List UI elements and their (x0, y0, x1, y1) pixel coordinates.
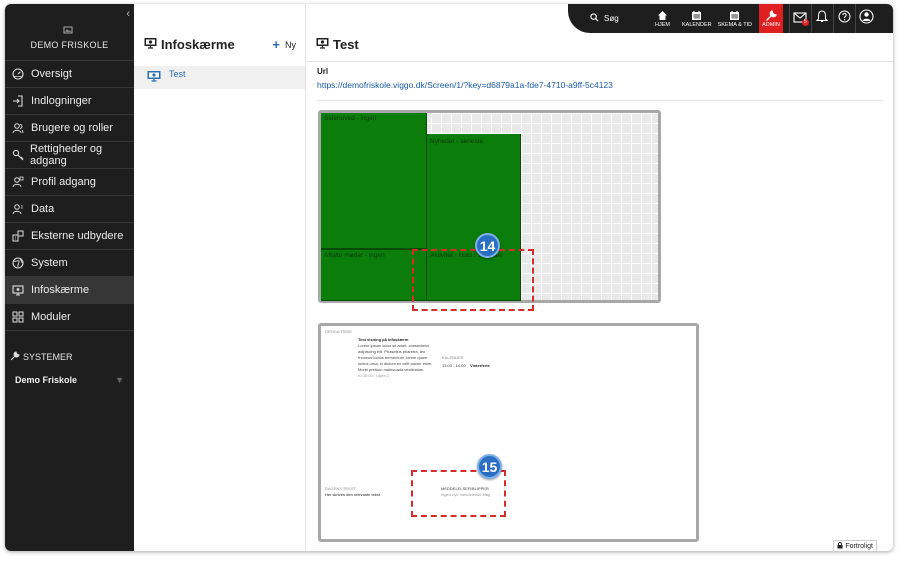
monitor-icon (147, 70, 161, 84)
sidebar-item-label: Indlogninger (31, 95, 92, 107)
logo-image-icon (63, 22, 73, 34)
layout-block-label: Aftalte møder - ingen (324, 252, 385, 259)
system-select[interactable]: Demo Friskole ▼ (5, 375, 134, 385)
new-label: Ny (285, 40, 296, 50)
sidebar-item-label: System (31, 257, 68, 269)
sidebar-logo[interactable]: DEMO FRISKOLE ‹ (5, 4, 134, 61)
external-providers-icon (11, 229, 25, 243)
data-icon (11, 202, 25, 216)
layout-block-label: Nyheder - seneste (430, 138, 484, 145)
url-label: Url (317, 67, 329, 76)
dropdown-arrow-icon: ▼ (115, 375, 124, 385)
dashboard-icon (11, 67, 25, 81)
sidebar-item-data[interactable]: Data (5, 196, 134, 223)
app-window: DEMO FRISKOLE ‹ Oversigt Indlogninger Br… (5, 4, 893, 551)
preview-right-label: KALENDER (442, 355, 464, 360)
sidebar-item-label: Rettigheder og adgang (30, 143, 103, 167)
layout-block-label: Sidehoved - ingen (324, 115, 377, 122)
confidential-badge: Fortroligt (833, 540, 877, 551)
url-link[interactable]: https://demofriskole.viggo.dk/Screen/1/?… (317, 80, 613, 90)
preview-header-label: DEFAULTSIDE (325, 329, 353, 334)
lock-icon (837, 541, 843, 551)
globe-icon (11, 256, 25, 270)
monitor-icon (316, 37, 329, 52)
new-infoscreen-button[interactable]: + Ny (272, 37, 296, 52)
sidebar-item-profil-adgang[interactable]: Profil adgang (5, 169, 134, 196)
callout-badge-15: 15 (477, 454, 502, 479)
sidebar-item-label: Moduler (31, 311, 71, 323)
sidebar-item-label: Data (31, 203, 55, 215)
divider (317, 100, 883, 101)
sidebar-item-label: Infoskærme (31, 284, 90, 296)
preview-right-time: 13:00 - 14:00 (442, 363, 466, 368)
confidential-label: Fortroligt (845, 542, 873, 550)
monitor-icon (144, 37, 157, 52)
sidebar-item-label: Profil adgang (31, 176, 96, 188)
sidebar-item-infoskaerme[interactable]: Infoskærme (5, 277, 134, 304)
profile-access-icon (11, 175, 25, 189)
key-icon (11, 148, 24, 162)
sidebar-item-label: Oversigt (31, 68, 72, 80)
wrench-icon (10, 351, 20, 363)
list-item-label: Test (169, 69, 186, 79)
monitor-icon (11, 283, 25, 297)
sidebar-item-oversigt[interactable]: Oversigt (5, 61, 134, 88)
sidebar-item-label: Eksterne udbydere (31, 230, 124, 242)
system-select-value: Demo Friskole (15, 375, 78, 385)
callout-highlight-14 (412, 249, 534, 311)
sidebar-item-system[interactable]: System (5, 250, 134, 277)
detail-title: Test (316, 37, 359, 52)
login-icon (11, 94, 25, 108)
infoscreen-list-panel: Infoskærme + Ny Test (134, 4, 306, 551)
collapse-sidebar-icon[interactable]: ‹ (126, 8, 130, 20)
detail-title-text: Test (333, 37, 359, 52)
preview-line: Kl 00:00 - Ugen 1 (358, 373, 390, 378)
school-name: DEMO FRISKOLE (30, 40, 109, 50)
sidebar-item-eksterne[interactable]: Eksterne udbydere (5, 223, 134, 250)
systems-section-header: SYSTEMER (5, 351, 134, 363)
sidebar-item-rettigheder[interactable]: Rettigheder og adgang (5, 142, 134, 169)
screen-content-preview[interactable]: DEFAULTSIDE Test visning på infoskærm Lo… (318, 323, 699, 542)
sidebar: DEMO FRISKOLE ‹ Oversigt Indlogninger Br… (5, 4, 134, 551)
detail-panel: Test Url https://demofriskole.viggo.dk/S… (307, 4, 893, 551)
callout-badge-14: 14 (475, 233, 500, 258)
section-label: SYSTEMER (23, 352, 73, 362)
preview-right-title: Vinterferie (470, 363, 490, 368)
preview-footer-text: Her skrives den relevante tekst (325, 492, 380, 497)
sidebar-item-brugere[interactable]: Brugere og roller (5, 115, 134, 142)
plus-icon: + (272, 37, 280, 52)
sidebar-item-label: Brugere og roller (31, 122, 113, 134)
sidebar-item-indlogninger[interactable]: Indlogninger (5, 88, 134, 115)
users-icon (11, 121, 25, 135)
divider (307, 61, 893, 62)
list-item[interactable]: Test (134, 66, 305, 89)
list-title: Infoskærme (144, 37, 235, 52)
modules-icon (11, 310, 25, 324)
list-title-text: Infoskærme (161, 37, 235, 52)
sidebar-item-moduler[interactable]: Moduler (5, 304, 134, 331)
